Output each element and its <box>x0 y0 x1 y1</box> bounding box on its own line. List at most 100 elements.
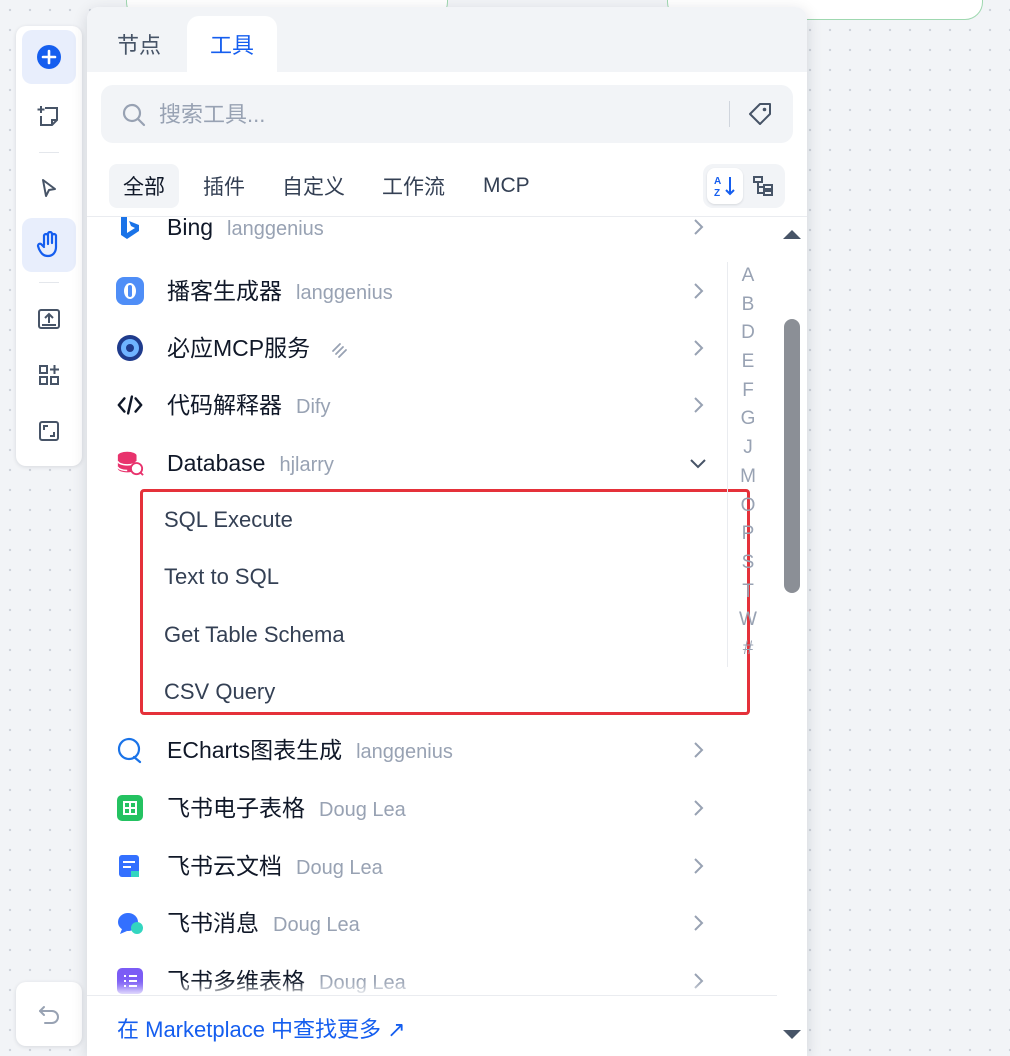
chevron-right-icon <box>694 283 704 299</box>
tool-name: 播客生成器 langgenius <box>167 278 393 304</box>
tool-item-podcast-generator[interactable]: 播客生成器 langgenius <box>87 263 727 319</box>
tree-view-button[interactable] <box>745 168 781 204</box>
feishu-bitable-icon <box>116 967 144 995</box>
sort-view-button[interactable]: AZ <box>707 168 743 204</box>
organize-blocks-button[interactable] <box>22 348 76 402</box>
tool-name: 飞书云文档 Doug Lea <box>167 853 383 879</box>
alphabet-index: A B D E F G J M O P S T W # <box>727 262 768 667</box>
add-note-icon <box>37 106 58 126</box>
filter-custom[interactable]: 自定义 <box>268 164 359 208</box>
chevron-right-icon <box>694 973 704 989</box>
tool-name: Bing langgenius <box>167 217 324 240</box>
scrollbar-thumb[interactable] <box>784 319 800 593</box>
feishu-doc-icon <box>116 852 144 880</box>
pointer-mode-button[interactable] <box>22 162 76 216</box>
marketplace-link[interactable]: 在 Marketplace 中查找更多 ↗ <box>117 1012 406 1044</box>
tool-item-bing[interactable]: Bing langgenius <box>87 217 727 255</box>
tool-name: 飞书电子表格 Doug Lea <box>167 795 406 821</box>
add-node-button[interactable] <box>22 30 76 84</box>
bing-icon <box>116 217 144 241</box>
add-note-button[interactable] <box>22 90 76 144</box>
alpha-letter[interactable]: A <box>728 262 768 291</box>
alpha-letter[interactable]: S <box>728 549 768 578</box>
hand-icon <box>36 231 58 258</box>
tool-name: 代码解释器 Dify <box>167 392 331 418</box>
alpha-letter[interactable]: # <box>728 635 768 664</box>
chevron-right-icon <box>694 397 704 413</box>
chevron-right-icon <box>694 800 704 816</box>
chevron-right-icon <box>694 219 704 235</box>
search-input[interactable] <box>157 95 721 135</box>
toolbar-divider <box>39 282 59 283</box>
tool-action-csv-query[interactable]: CSV Query <box>164 664 275 720</box>
alpha-letter[interactable]: D <box>728 319 768 348</box>
scroll-down-arrow[interactable] <box>781 1028 803 1042</box>
filter-workflow[interactable]: 工作流 <box>368 164 459 208</box>
view-mode-toggle: AZ <box>703 164 785 208</box>
alpha-letter[interactable]: J <box>728 434 768 463</box>
alpha-letter[interactable]: P <box>728 520 768 549</box>
alpha-letter[interactable]: W <box>728 606 768 635</box>
sort-az-icon: AZ <box>714 176 735 199</box>
chevron-right-icon <box>694 742 704 758</box>
tab-tools[interactable]: 工具 <box>187 16 277 72</box>
filter-all[interactable]: 全部 <box>109 164 179 208</box>
tool-action-get-table-schema[interactable]: Get Table Schema <box>164 607 345 663</box>
tree-view-icon <box>753 176 773 196</box>
tool-action-text-to-sql[interactable]: Text to SQL <box>164 549 279 605</box>
maximize-icon <box>39 421 59 441</box>
search-divider <box>729 101 730 127</box>
undo-icon <box>39 1006 59 1024</box>
feishu-message-icon <box>116 909 144 937</box>
tool-item-bing-mcp-service[interactable]: 必应MCP服务 <box>87 320 727 376</box>
tool-item-database[interactable]: Database hjlarry <box>87 435 727 491</box>
hand-mode-button[interactable] <box>22 218 76 272</box>
tool-name: 必应MCP服务 <box>167 320 351 376</box>
feishu-sheet-icon <box>116 794 144 822</box>
tab-bar: 节点 工具 <box>87 7 807 72</box>
tool-item-feishu-doc[interactable]: 飞书云文档 Doug Lea <box>87 838 727 894</box>
tool-item-code-interpreter[interactable]: 代码解释器 Dify <box>87 377 727 433</box>
organize-icon <box>39 365 59 385</box>
tool-name: 飞书多维表格 Doug Lea <box>167 968 406 994</box>
scroll-up-arrow[interactable] <box>781 227 803 241</box>
tool-item-feishu-sheet[interactable]: 飞书电子表格 Doug Lea <box>87 780 727 836</box>
tool-item-echarts[interactable]: ECharts图表生成 langgenius <box>87 722 727 778</box>
tag-icon[interactable] <box>747 101 773 127</box>
footer: 在 Marketplace 中查找更多 ↗ <box>87 995 777 1056</box>
filter-mcp[interactable]: MCP <box>469 164 544 208</box>
tool-action-sql-execute[interactable]: SQL Execute <box>164 492 293 548</box>
tool-list: Binglanggenius 播客生成器langgenius 必应MCP服务 <box>87 217 807 997</box>
add-icon <box>37 45 61 69</box>
search-icon <box>122 103 146 127</box>
tool-name: 飞书消息 Doug Lea <box>167 910 360 936</box>
svg-text:A: A <box>714 176 721 187</box>
filter-plugins[interactable]: 插件 <box>189 164 259 208</box>
mcp-service-icon <box>116 334 144 362</box>
canvas-toolbar <box>16 26 82 466</box>
alpha-letter[interactable]: F <box>728 377 768 406</box>
tab-nodes[interactable]: 节点 <box>101 16 177 72</box>
export-icon <box>38 309 60 329</box>
alpha-letter[interactable]: E <box>728 348 768 377</box>
echarts-icon <box>116 736 144 764</box>
alpha-letter[interactable]: O <box>728 492 768 521</box>
tool-item-feishu-message[interactable]: 飞书消息 Doug Lea <box>87 895 727 951</box>
maximize-canvas-button[interactable] <box>22 404 76 458</box>
export-image-button[interactable] <box>22 292 76 346</box>
tool-name: ECharts图表生成 langgenius <box>167 737 453 763</box>
alpha-letter[interactable]: B <box>728 291 768 320</box>
alpha-letter[interactable]: G <box>728 405 768 434</box>
mcp-badge-icon <box>331 343 347 358</box>
tool-name: Database hjlarry <box>167 450 334 476</box>
pointer-icon <box>42 179 56 197</box>
toolbar-divider <box>39 152 59 153</box>
alpha-letter[interactable]: T <box>728 578 768 607</box>
undo-button[interactable] <box>16 982 82 1046</box>
alpha-letter[interactable]: M <box>728 463 768 492</box>
chevron-right-icon <box>694 340 704 356</box>
tool-item-feishu-bitable[interactable]: 飞书多维表格 Doug Lea <box>87 953 727 997</box>
chevron-right-icon <box>694 915 704 931</box>
chevron-down-icon <box>690 459 706 469</box>
block-selector-panel: 节点 工具 全部 插件 自定义 工作流 MCP AZ Binglanggeniu… <box>87 7 807 1056</box>
